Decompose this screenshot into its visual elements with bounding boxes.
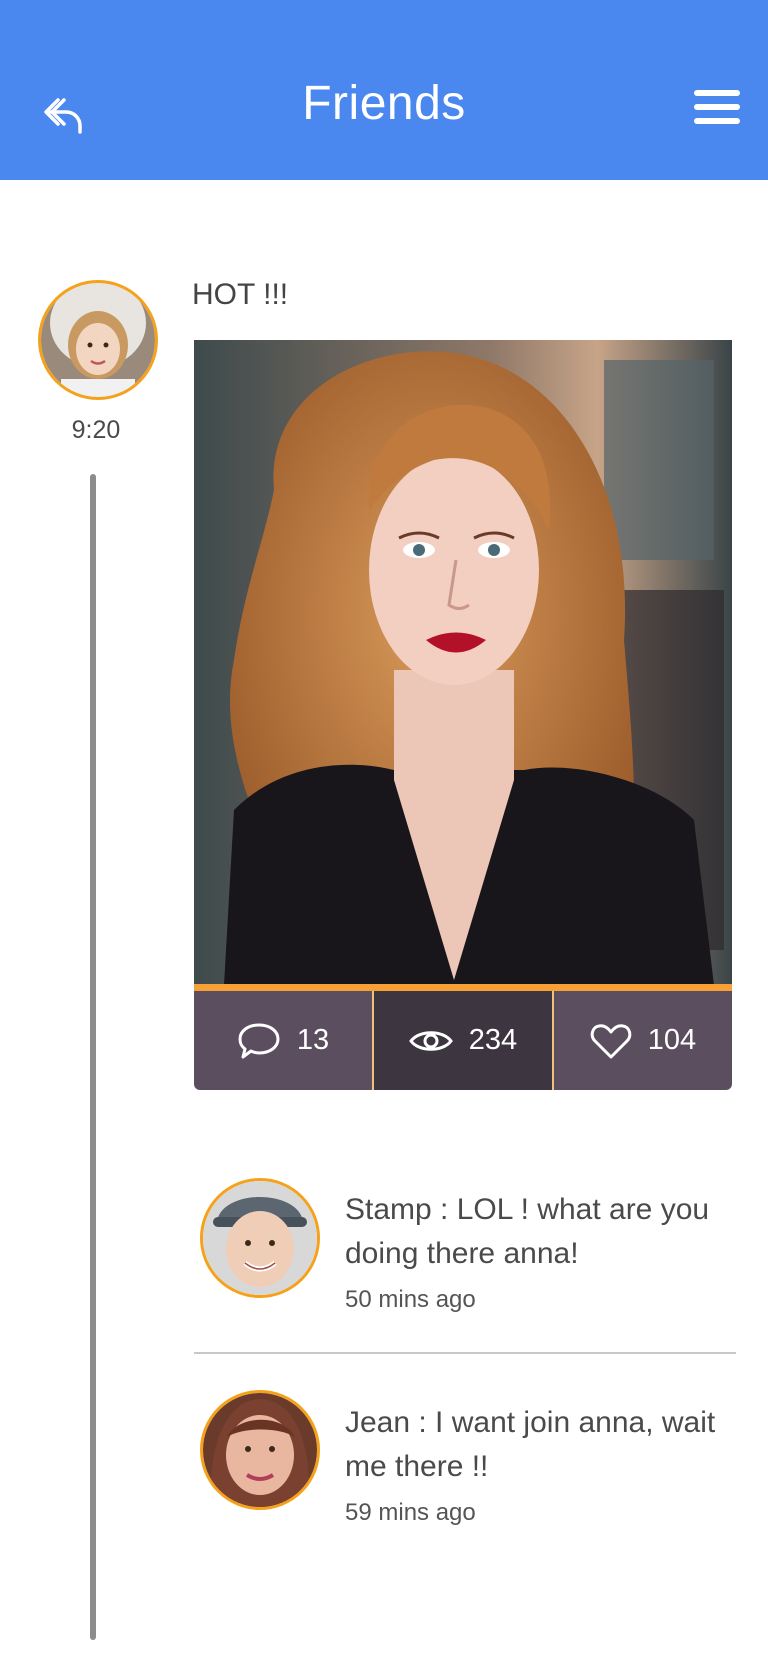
views-count: 234 bbox=[468, 1024, 518, 1056]
hamburger-menu-icon bbox=[694, 90, 740, 96]
commenter-avatar-stamp[interactable] bbox=[200, 1178, 320, 1298]
heart-icon bbox=[590, 1023, 632, 1058]
likes-stat[interactable]: 104 bbox=[554, 991, 732, 1090]
commenter-avatar-jean[interactable] bbox=[200, 1390, 320, 1510]
comments-stat[interactable]: 13 bbox=[194, 991, 372, 1090]
eye-icon bbox=[408, 1030, 453, 1051]
woman-avatar-image bbox=[203, 1393, 317, 1507]
girl-avatar-image bbox=[41, 283, 155, 397]
menu-button[interactable] bbox=[694, 90, 744, 130]
timeline-line bbox=[90, 474, 96, 1640]
poster-avatar[interactable] bbox=[38, 280, 158, 400]
page-title: Friends bbox=[302, 77, 466, 130]
likes-count: 104 bbox=[647, 1024, 697, 1056]
post-time: 9:20 bbox=[71, 416, 121, 444]
boy-avatar-image bbox=[203, 1181, 317, 1295]
app-header: Friends bbox=[0, 0, 768, 180]
speech-bubble-icon bbox=[238, 1023, 280, 1058]
comment-divider bbox=[194, 1352, 736, 1354]
post-text: HOT !!! bbox=[192, 278, 289, 311]
post-stats-bar: 13 234 104 bbox=[194, 984, 732, 1090]
post-photo[interactable] bbox=[194, 340, 732, 985]
comment-text: Stamp : LOL ! what are you doing there a… bbox=[345, 1193, 710, 1270]
comments-count: 13 bbox=[296, 1024, 330, 1056]
views-stat[interactable]: 234 bbox=[372, 991, 554, 1090]
woman-portrait-image bbox=[194, 340, 732, 985]
comment-time: 50 mins ago bbox=[345, 1286, 476, 1313]
comment-text: Jean : I want join anna, wait me there !… bbox=[345, 1406, 716, 1483]
comment-time: 59 mins ago bbox=[345, 1499, 476, 1526]
